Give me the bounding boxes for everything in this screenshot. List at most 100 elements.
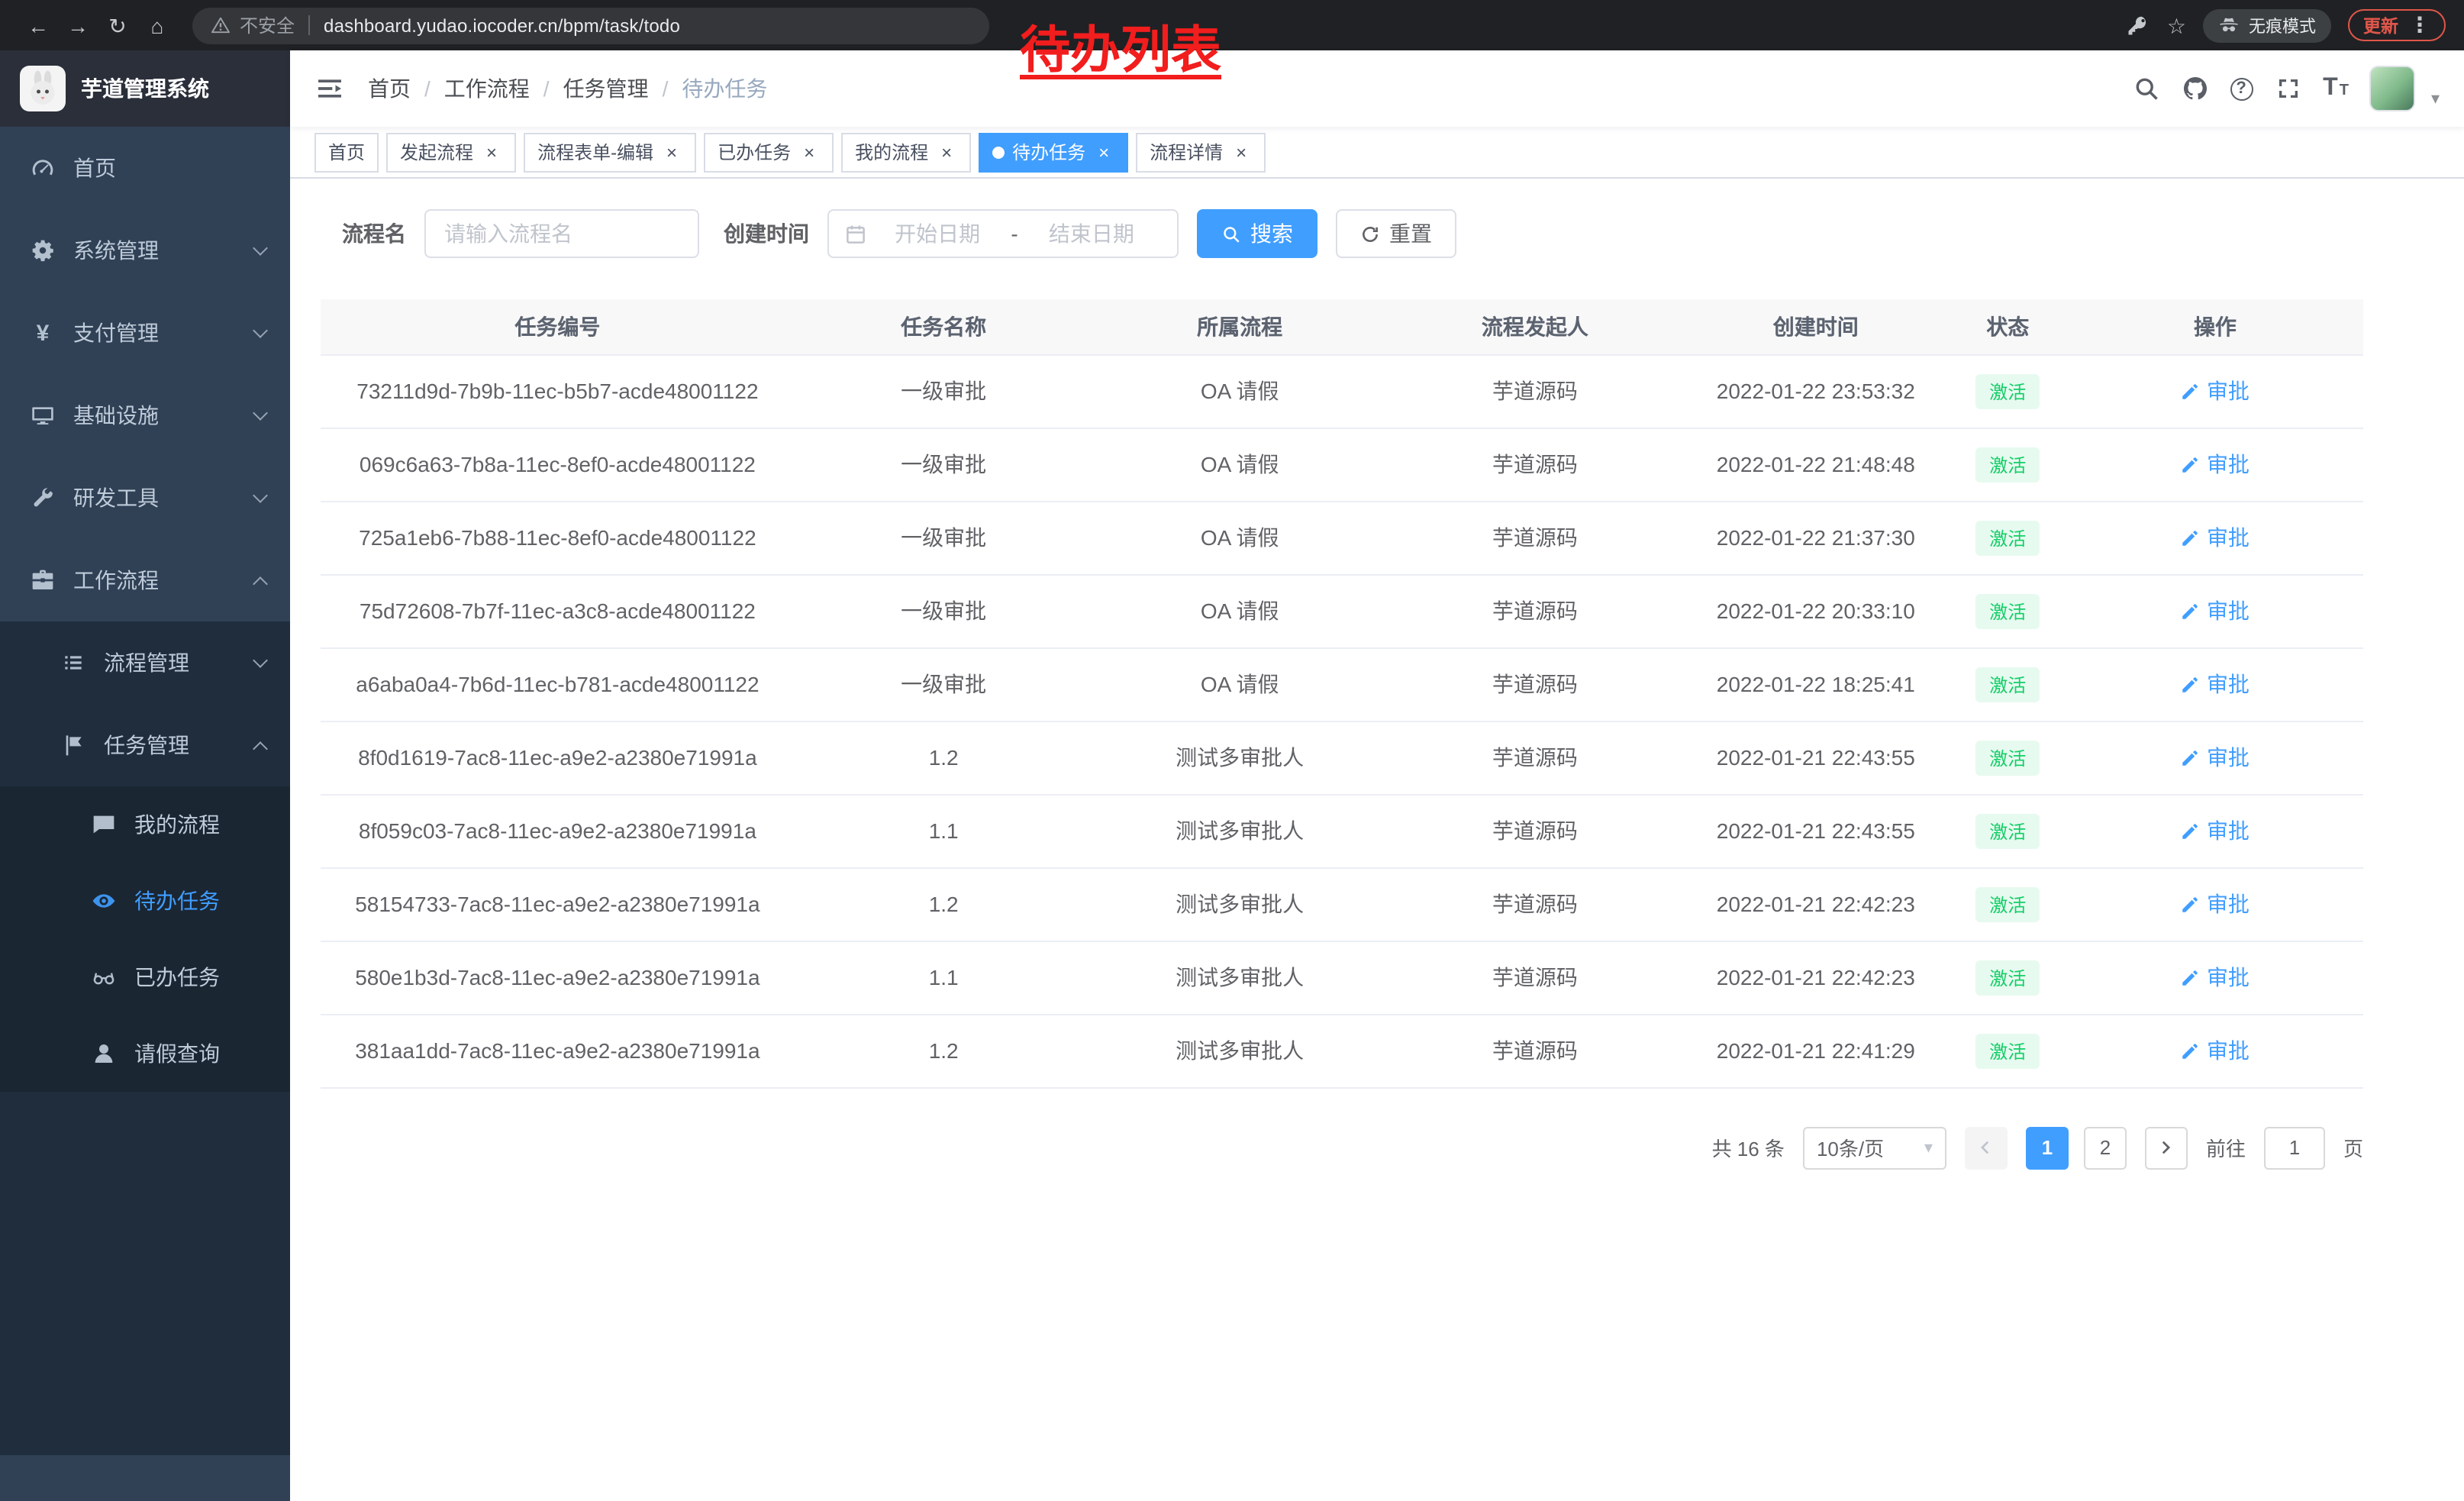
help-icon[interactable]: ? [2230,77,2253,100]
browser-update-button[interactable]: 更新 ⋮ [2348,9,2446,41]
approve-link[interactable]: 审批 [2181,962,2250,993]
sidebar-item-label: 任务管理 [104,730,255,760]
glasses-icon [92,965,116,989]
start-date-placeholder[interactable]: 开始日期 [867,218,1008,249]
search-icon[interactable] [2132,75,2159,102]
sidebar-item-dev-tools[interactable]: 研发工具 [0,457,290,539]
sidebar-item-todo-task[interactable]: 待办任务 [0,863,290,939]
briefcase-icon [31,568,55,592]
chevron-down-icon [253,323,268,338]
date-range-picker[interactable]: 开始日期 - 结束日期 [827,209,1179,258]
sidebar-item-leave-query[interactable]: 请假查询 [0,1015,290,1092]
column-header: 操作 [2067,299,2363,354]
next-page-button[interactable] [2145,1126,2188,1169]
user-icon [92,1041,116,1066]
browser-back-button[interactable]: ← [18,5,58,45]
table-row: 73211d9d-7b9b-11ec-b5b7-acde48001122一级审批… [321,354,2363,428]
browser-refresh-button[interactable]: ↻ [98,5,137,45]
sidebar-item-infrastructure[interactable]: 基础设施 [0,374,290,457]
approve-link[interactable]: 审批 [2181,742,2250,773]
url-text: dashboard.yudao.iocoder.cn/bpm/task/todo [324,15,680,36]
security-warning-icon [211,15,231,35]
page-2-button[interactable]: 2 [2084,1126,2127,1169]
tab-close-icon[interactable]: × [798,141,820,163]
edit-icon [2181,821,2201,841]
approve-link[interactable]: 审批 [2181,596,2250,626]
sidebar-item-payment-management[interactable]: ¥支付管理 [0,292,290,374]
browser-menu-dots-icon[interactable]: ⋮ [2409,14,2430,37]
sidebar-item-workflow[interactable]: 工作流程 [0,539,290,621]
app-logo-row[interactable]: 芋道管理系统 [0,50,290,127]
sidebar-item-label: 请假查询 [134,1038,266,1069]
status-badge: 激活 [1975,960,2040,995]
tab-done-task[interactable]: 已办任务× [704,132,834,172]
status-cell: 激活 [1949,574,2067,647]
page-1-button[interactable]: 1 [2026,1126,2069,1169]
tools-icon [31,486,55,510]
breadcrumb-item[interactable]: 任务管理 [563,73,649,104]
sidebar-item-process-management[interactable]: 流程管理 [0,621,290,704]
sidebar-toggle-hamburger-icon[interactable] [314,73,345,104]
bookmark-star-icon[interactable]: ☆ [2167,13,2186,37]
approve-link[interactable]: 审批 [2181,522,2250,553]
breadcrumb-item[interactable]: 工作流程 [444,73,530,104]
sidebar-item-my-process[interactable]: 我的流程 [0,786,290,863]
sidebar-item-system-management[interactable]: 系统管理 [0,209,290,292]
sidebar-item-task-management[interactable]: 任务管理 [0,704,290,786]
goto-page-input[interactable] [2264,1126,2325,1169]
tab-home[interactable]: 首页 [314,132,379,172]
password-key-icon[interactable] [2127,14,2150,37]
table-row: 580e1b3d-7ac8-11ec-a9e2-a2380e71991a1.1测… [321,941,2363,1014]
status-badge: 激活 [1975,447,2040,482]
tab-process-form-edit[interactable]: 流程表单-编辑× [524,132,696,172]
chevron-up-icon [253,576,268,591]
tags-view: 首页发起流程×流程表单-编辑×已办任务×我的流程×待办任务×流程详情× [290,127,2464,179]
end-date-placeholder[interactable]: 结束日期 [1021,218,1162,249]
chevron-down-icon [253,240,268,256]
avatar-caret-down-icon[interactable]: ▾ [2431,88,2440,108]
prev-page-button[interactable] [1965,1126,2008,1169]
column-header: 所属流程 [1093,299,1387,354]
user-avatar[interactable] [2370,66,2416,111]
tab-label: 发起流程 [400,139,473,165]
browser-home-button[interactable]: ⌂ [137,5,177,45]
sidebar-item-done-task[interactable]: 已办任务 [0,939,290,1015]
font-size-icon[interactable]: TT [2323,76,2349,101]
initiator-cell: 芋道源码 [1387,1014,1683,1087]
approve-link[interactable]: 审批 [2181,815,2250,846]
star-icon: ☆ [2167,15,2186,36]
sidebar-item-label: 待办任务 [134,886,266,916]
initiator-cell: 芋道源码 [1387,574,1683,647]
tab-todo-task[interactable]: 待办任务× [979,132,1128,172]
sidebar-item-label: 首页 [73,153,266,183]
approve-link[interactable]: 审批 [2181,669,2250,699]
approve-link[interactable]: 审批 [2181,449,2250,479]
github-icon[interactable] [2181,75,2208,102]
tab-start-process[interactable]: 发起流程 × [386,132,516,172]
approve-link[interactable]: 审批 [2181,889,2250,919]
status-badge: 激活 [1975,593,2040,628]
reset-button[interactable]: 重置 [1336,209,1456,258]
tab-close-icon[interactable]: × [1230,141,1252,163]
tab-close-icon[interactable]: × [1093,141,1114,163]
breadcrumb-item[interactable]: 首页 [368,73,411,104]
action-cell: 审批 [2067,721,2363,794]
tab-close-icon[interactable]: × [481,141,502,163]
edit-icon [2181,674,2201,694]
tab-label: 我的流程 [855,139,928,165]
search-button[interactable]: 搜索 [1197,209,1317,258]
top-navbar: 首页/工作流程/任务管理/待办任务 ? TT ▾ [290,50,2464,127]
tab-process-detail[interactable]: 流程详情× [1136,132,1266,172]
browser-forward-button[interactable]: → [58,5,98,45]
approve-link[interactable]: 审批 [2181,376,2250,406]
fullscreen-icon[interactable] [2274,75,2301,102]
address-bar[interactable]: 不安全 dashboard.yudao.iocoder.cn/bpm/task/… [192,7,989,44]
tab-close-icon[interactable]: × [936,141,957,163]
approve-link[interactable]: 审批 [2181,1035,2250,1066]
tab-close-icon[interactable]: × [661,141,682,163]
tab-my-process[interactable]: 我的流程 × [841,132,971,172]
page-size-select[interactable]: 10条/页 ▾ [1803,1126,1946,1169]
sidebar-item-home[interactable]: 首页 [0,127,290,209]
process-name-input[interactable] [424,209,699,258]
sidebar: 芋道管理系统 首页系统管理¥支付管理基础设施研发工具工作流程流程管理任务管理我的… [0,50,290,1501]
